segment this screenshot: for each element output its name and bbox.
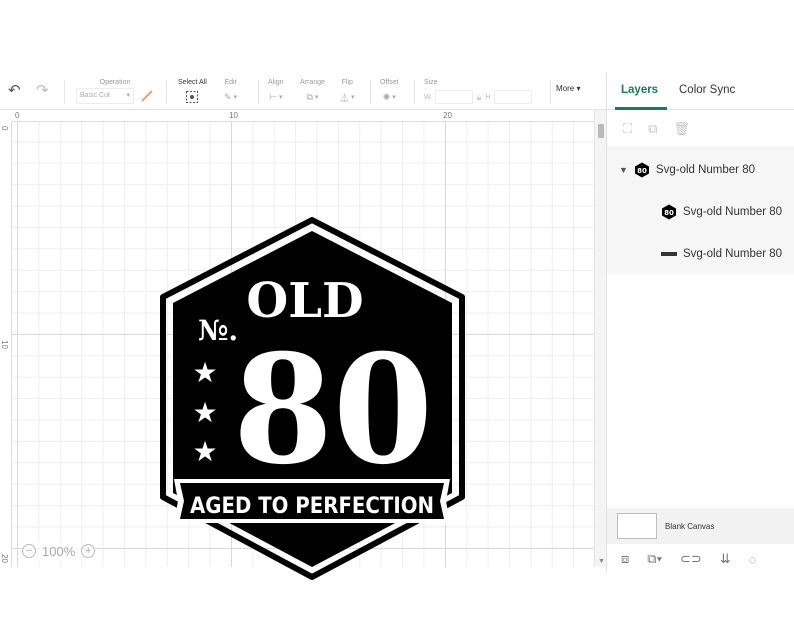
toolbar-divider bbox=[64, 80, 65, 104]
duplicate-icon[interactable]: ⧉ bbox=[648, 121, 657, 137]
layer-name: Svg-old Number 80 bbox=[683, 206, 783, 218]
layer-row[interactable]: Svg-old Number 80 bbox=[607, 242, 794, 266]
lock-icon[interactable]: 🔒︎ bbox=[477, 92, 482, 103]
edit-toolbar: ↶ ↷ Operation Basic Cut ▾ Select All Edi… bbox=[0, 72, 606, 110]
toolbar-divider bbox=[258, 80, 259, 104]
width-label: W bbox=[424, 93, 431, 101]
chevron-down-icon[interactable]: ▼ bbox=[619, 165, 628, 175]
blank-canvas-row[interactable]: Blank Canvas bbox=[607, 508, 794, 544]
size-label: Size bbox=[424, 79, 438, 86]
toolbar-divider bbox=[550, 80, 551, 104]
layer-thumbnail-icon: 80 bbox=[634, 162, 649, 178]
flip-group[interactable]: Flip ⏅ ▾ bbox=[340, 78, 355, 106]
operation-label: Operation bbox=[99, 79, 131, 86]
align-icon[interactable]: ⊢ ▾ bbox=[268, 88, 284, 106]
edit-icon[interactable]: ✎ ▾ bbox=[224, 88, 237, 106]
toolbar-divider bbox=[166, 80, 167, 104]
ruler-tick: 20 bbox=[443, 111, 452, 120]
ruler-tick: 0 bbox=[0, 126, 9, 131]
height-input[interactable] bbox=[494, 90, 533, 104]
layer-name: Svg-old Number 80 bbox=[683, 248, 783, 260]
zoom-level: 100% bbox=[42, 543, 76, 559]
design-space-app: ↶ ↷ Operation Basic Cut ▾ Select All Edi… bbox=[0, 72, 794, 580]
layer-actions-bar: ⧈ ⧉▾ ⊂⊃ ⇊ ◌ bbox=[607, 546, 794, 572]
select-all-label: Select All bbox=[178, 79, 207, 86]
select-all-icon[interactable] bbox=[178, 88, 207, 106]
layer-group-row[interactable]: ▼ 80 Svg-old Number 80 bbox=[607, 158, 794, 182]
group-icon[interactable]: ⛶ bbox=[623, 121, 632, 137]
flip-icon[interactable]: ⏅ ▾ bbox=[340, 88, 355, 106]
select-all-group[interactable]: Select All bbox=[178, 78, 207, 106]
size-group: Size W 🔒︎ H bbox=[424, 78, 533, 106]
offset-group[interactable]: Offset ✺ ▾ bbox=[380, 78, 399, 106]
layer-name: Svg-old Number 80 bbox=[655, 164, 755, 176]
offset-label: Offset bbox=[380, 79, 399, 86]
arrange-group[interactable]: Arrange ⧉ ▾ bbox=[300, 78, 325, 106]
operation-value: Basic Cut bbox=[80, 92, 110, 99]
old-number-80-design[interactable]: OLD №. ★ ★ ★ 80 AGED TO PERFECTION bbox=[150, 217, 475, 587]
edit-label: Edit bbox=[224, 79, 237, 86]
operation-select[interactable]: Basic Cut ▾ bbox=[76, 88, 134, 104]
flip-label: Flip bbox=[341, 79, 353, 86]
ruler-tick: 20 bbox=[0, 554, 9, 563]
width-input[interactable] bbox=[434, 90, 473, 104]
svg-text:80: 80 bbox=[637, 167, 647, 175]
edit-group[interactable]: Edit ✎ ▾ bbox=[224, 78, 237, 106]
operation-group: Operation Basic Cut ▾ bbox=[76, 78, 154, 104]
banner-thumbnail-icon bbox=[661, 252, 677, 256]
arrange-icon[interactable]: ⧉ ▾ bbox=[300, 88, 325, 106]
layer-tools: ⛶ ⧉ 🗑︎ bbox=[607, 112, 794, 146]
blank-canvas-label: Blank Canvas bbox=[665, 521, 715, 531]
slice-icon[interactable]: ⧈ bbox=[621, 551, 629, 567]
height-label: H bbox=[485, 93, 491, 101]
more-label: More bbox=[556, 84, 575, 93]
align-label: Align bbox=[268, 79, 284, 86]
attach-icon[interactable]: ⊂⊃ bbox=[680, 551, 702, 567]
offset-icon[interactable]: ✺ ▾ bbox=[380, 88, 399, 106]
chevron-down-icon[interactable]: ▼ bbox=[598, 558, 605, 565]
ruler-tick: 10 bbox=[0, 340, 9, 349]
star-icon: ★ bbox=[192, 396, 217, 429]
arrange-label: Arrange bbox=[300, 79, 325, 86]
star-icon: ★ bbox=[192, 356, 217, 389]
design-old-text: OLD bbox=[246, 273, 363, 329]
layer-thumbnail-icon: 80 bbox=[662, 204, 676, 220]
delete-icon[interactable]: 🗑︎ bbox=[673, 121, 690, 137]
layers-panel: Layers Color Sync ⛶ ⧉ 🗑︎ ▼ 80 Svg-old Nu… bbox=[606, 72, 794, 572]
zoom-control: − 100% + bbox=[22, 542, 96, 560]
panel-tabs: Layers Color Sync bbox=[607, 72, 794, 110]
ruler-tick: 10 bbox=[229, 111, 238, 120]
contour-icon[interactable]: ◌ bbox=[749, 552, 757, 567]
layers-list: ▼ 80 Svg-old Number 80 80 Svg-old Number… bbox=[607, 146, 794, 274]
redo-icon[interactable]: ↷ bbox=[36, 83, 49, 99]
star-icon: ★ bbox=[192, 435, 217, 468]
more-button[interactable]: More ▾ bbox=[556, 84, 580, 93]
chevron-down-icon: ▾ bbox=[576, 84, 581, 93]
zoom-out-button[interactable]: − bbox=[22, 544, 36, 558]
pen-color-icon[interactable] bbox=[140, 89, 154, 103]
design-banner-text: AGED TO PERFECTION bbox=[190, 494, 434, 519]
ruler-tick: 0 bbox=[15, 111, 20, 120]
toolbar-divider bbox=[370, 80, 371, 104]
active-tab-indicator bbox=[615, 107, 667, 110]
tab-color-sync[interactable]: Color Sync bbox=[679, 84, 735, 96]
chevron-down-icon: ▾ bbox=[126, 92, 130, 99]
align-group[interactable]: Align ⊢ ▾ bbox=[268, 78, 284, 106]
ruler-left: 0 10 20 bbox=[0, 122, 12, 567]
blank-canvas-swatch[interactable] bbox=[617, 513, 657, 539]
svg-text:80: 80 bbox=[664, 209, 674, 217]
combine-icon[interactable]: ⧉▾ bbox=[647, 551, 662, 567]
vertical-scrollbar[interactable]: ▼ bbox=[594, 110, 606, 567]
tab-layers[interactable]: Layers bbox=[621, 84, 658, 96]
scrollbar-thumb[interactable] bbox=[598, 124, 604, 138]
flatten-icon[interactable]: ⇊ bbox=[720, 551, 731, 567]
layer-row[interactable]: 80 Svg-old Number 80 bbox=[607, 200, 794, 224]
design-number-text: 80 bbox=[233, 322, 433, 498]
toolbar-divider bbox=[414, 80, 415, 104]
undo-icon[interactable]: ↶ bbox=[8, 83, 21, 99]
ruler-top: 0 10 20 bbox=[12, 110, 594, 122]
zoom-in-button[interactable]: + bbox=[81, 544, 96, 558]
